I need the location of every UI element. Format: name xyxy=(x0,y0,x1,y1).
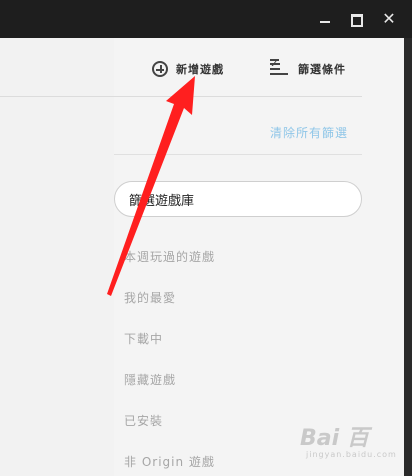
minimize-icon xyxy=(320,21,330,23)
baidu-watermark: Bai 百 jingyan.baidu.com xyxy=(300,420,404,460)
close-button[interactable]: ✕ xyxy=(377,7,401,31)
filter-item-non-origin-games[interactable]: 非 Origin 遊戲 xyxy=(124,453,215,470)
filter-item-hidden-games[interactable]: 隱藏遊戲 xyxy=(124,371,176,388)
window-titlebar: ✕ xyxy=(0,0,412,38)
watermark-sub: jingyan.baidu.com xyxy=(306,450,397,459)
filter-divider xyxy=(114,154,362,155)
window-edge xyxy=(404,38,412,476)
minimize-button[interactable] xyxy=(313,7,337,31)
filter-item-played-this-week[interactable]: 本週玩過的遊戲 xyxy=(124,248,215,265)
filter-item-downloading[interactable]: 下載中 xyxy=(124,330,163,347)
filter-item-installed[interactable]: 已安裝 xyxy=(124,412,163,429)
header-divider xyxy=(0,96,362,97)
filter-conditions-label: 篩選條件 xyxy=(298,63,346,76)
clear-all-filters-link[interactable]: 清除所有篩選 xyxy=(270,124,348,141)
filter-list-icon: ✓ xyxy=(270,59,290,76)
close-icon: ✕ xyxy=(382,9,396,28)
maximize-icon xyxy=(351,14,363,27)
filter-item-favorites[interactable]: 我的最愛 xyxy=(124,289,176,306)
watermark-text: Bai 百 xyxy=(300,426,369,451)
add-game-button[interactable]: 新增遊戲 xyxy=(152,58,224,80)
filter-conditions-button[interactable]: ✓ 篩選條件 xyxy=(270,58,346,80)
filter-library-search-input[interactable] xyxy=(114,181,362,217)
add-circle-icon xyxy=(152,61,168,77)
left-panel xyxy=(0,38,114,476)
maximize-button[interactable] xyxy=(344,7,368,31)
add-game-label: 新增遊戲 xyxy=(176,63,224,76)
